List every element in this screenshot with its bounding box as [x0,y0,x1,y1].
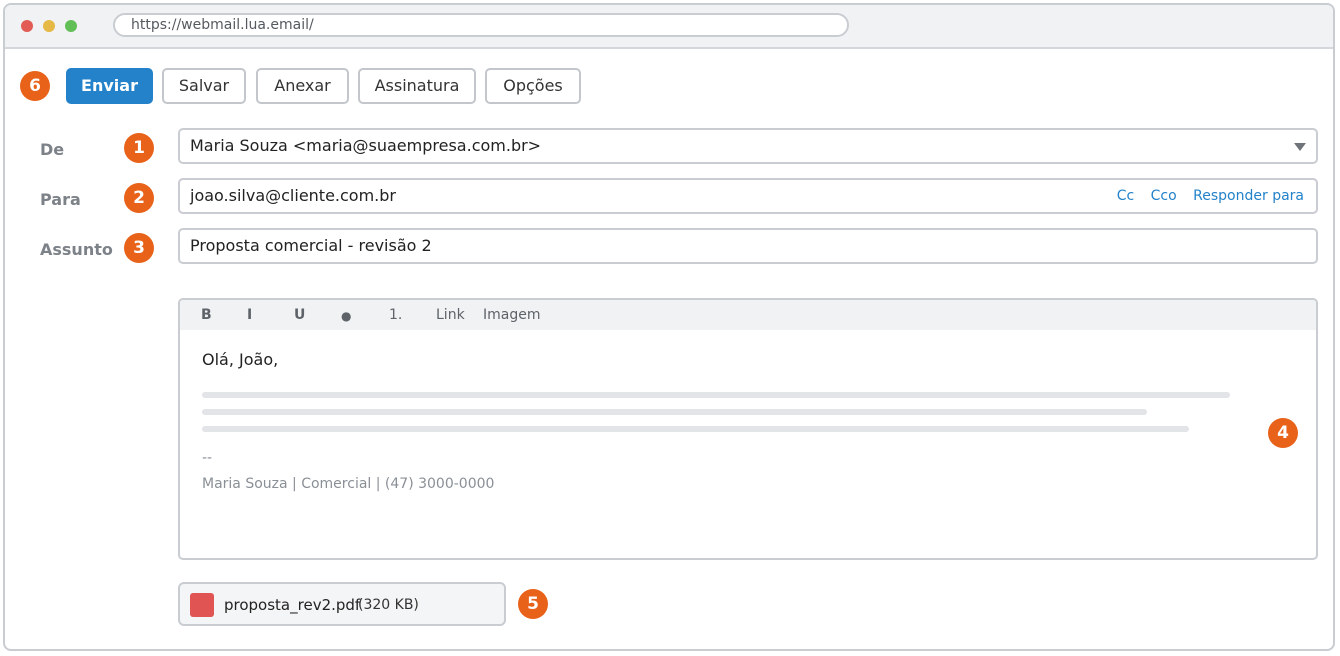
message-greeting: Olá, João, [202,350,279,369]
bold-button[interactable]: B [201,307,212,323]
save-button[interactable]: Salvar [162,68,246,104]
attachment-chip[interactable]: proposta_rev2.pdf (320 KB) [178,582,506,626]
options-button[interactable]: Opções [485,68,581,104]
pdf-file-icon [190,593,214,617]
to-field[interactable]: joao.silva@cliente.com.br Cc Cco Respond… [178,178,1318,214]
address-bar[interactable]: https://webmail.lua.email/ [113,13,849,37]
cc-link[interactable]: Cc [1117,188,1134,204]
from-value: Maria Souza <maria@suaempresa.com.br> [190,136,542,155]
to-value: joao.silva@cliente.com.br [190,186,396,205]
underline-button[interactable]: U [294,307,305,323]
bcc-link[interactable]: Cco [1151,188,1177,204]
bullet-list-icon[interactable]: ● [341,309,351,323]
text-placeholder-line [202,426,1189,432]
from-label: De [40,140,65,159]
minimize-window-icon[interactable] [43,20,55,32]
attachment-filename: proposta_rev2.pdf [224,596,361,614]
italic-button[interactable]: I [247,307,252,323]
chevron-down-icon[interactable] [1294,143,1306,151]
text-placeholder-line [202,409,1147,415]
link-button[interactable]: Link [436,307,465,323]
signature-text: Maria Souza | Comercial | (47) 3000-0000 [202,476,495,492]
browser-window: https://webmail.lua.email/ 6 Enviar Salv… [3,3,1335,651]
step-badge-5: 5 [518,589,548,619]
to-label: Para [40,190,81,209]
attachment-size: (320 KB) [358,597,419,613]
step-badge-4: 4 [1268,418,1298,448]
attach-button[interactable]: Anexar [256,68,349,104]
reply-to-link[interactable]: Responder para [1193,188,1304,204]
send-button[interactable]: Enviar [66,68,153,104]
signature-separator: -- [202,450,213,466]
maximize-window-icon[interactable] [65,20,77,32]
step-badge-2: 2 [124,183,154,213]
editor-toolbar: B I U ● 1. Link Imagem [180,300,1316,330]
text-placeholder-line [202,392,1230,398]
step-badge-3: 3 [124,233,154,263]
step-badge-6: 6 [20,71,50,101]
close-window-icon[interactable] [21,20,33,32]
numbered-list-button[interactable]: 1. [389,307,402,323]
from-select[interactable]: Maria Souza <maria@suaempresa.com.br> [178,128,1318,164]
recipient-options: Cc Cco Responder para [1105,180,1304,212]
subject-field[interactable]: Proposta comercial - revisão 2 [178,228,1318,264]
step-badge-1: 1 [124,133,154,163]
message-editor[interactable]: B I U ● 1. Link Imagem Olá, João, -- Mar… [178,298,1318,560]
image-button[interactable]: Imagem [483,307,540,323]
signature-button[interactable]: Assinatura [358,68,476,104]
browser-titlebar: https://webmail.lua.email/ [5,5,1333,49]
subject-label: Assunto [40,240,113,259]
